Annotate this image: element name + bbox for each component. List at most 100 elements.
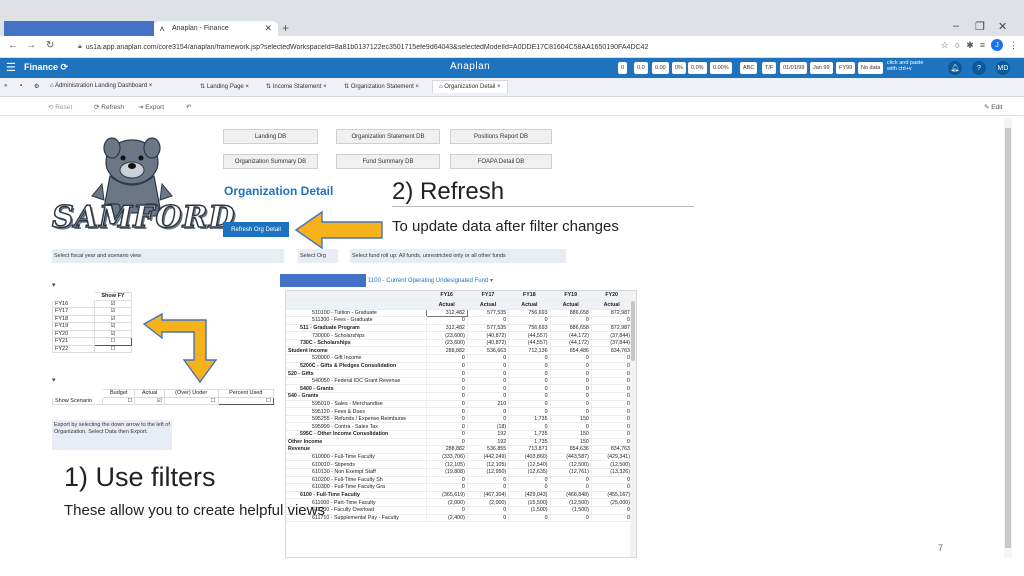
data-cell[interactable]: (44,172)	[549, 331, 592, 340]
data-cell[interactable]: 0	[590, 476, 632, 485]
tab-organization-statement[interactable]: ⇅ Organization Statement ×	[344, 83, 419, 90]
actual-checkbox[interactable]: ☑	[134, 396, 165, 405]
data-cell[interactable]: 0	[590, 438, 632, 447]
refresh-org-detail-button[interactable]: Refresh Org Detail	[223, 222, 289, 237]
data-cell[interactable]: (1,500)	[508, 506, 551, 515]
format-boolean-button[interactable]: T/F	[762, 62, 777, 74]
format-percent-1-button[interactable]: 0.0%	[688, 62, 707, 74]
data-cell[interactable]: (2,400)	[425, 514, 468, 523]
data-cell[interactable]: (37,844)	[590, 331, 632, 340]
data-cell[interactable]: 0	[590, 415, 632, 424]
data-cell[interactable]: 0	[590, 430, 632, 439]
data-cell[interactable]: 0	[590, 407, 632, 416]
data-cell[interactable]: (12,500)	[590, 460, 632, 469]
data-cell[interactable]: 0	[590, 316, 632, 325]
data-cell[interactable]: 712,136	[508, 346, 551, 356]
data-cell[interactable]: (23,600)	[425, 339, 468, 348]
format-month-button[interactable]: Jan 99	[810, 62, 833, 74]
data-cell[interactable]: 0	[549, 316, 592, 325]
data-cell[interactable]: (455,167)	[590, 491, 632, 500]
data-cell[interactable]: 0	[425, 430, 468, 439]
data-cell[interactable]: 0	[466, 506, 509, 515]
data-cell[interactable]: 0	[425, 384, 468, 394]
data-cell[interactable]: 0	[549, 384, 592, 394]
tab-income-statement[interactable]: ⇅ Income Statement ×	[266, 83, 327, 90]
data-cell[interactable]: 756,693	[508, 324, 551, 333]
undo-icon[interactable]: ↶	[186, 103, 191, 111]
circle-extension-icon[interactable]: ○	[955, 40, 960, 50]
data-cell[interactable]: (23,600)	[425, 331, 468, 340]
landing-db-button[interactable]: Landing DB	[223, 129, 318, 144]
data-cell[interactable]: 0	[549, 362, 592, 371]
data-cell[interactable]: (12,950)	[466, 468, 509, 477]
data-cell[interactable]: 577,535	[466, 324, 509, 333]
fund-summary-db-button[interactable]: Fund Summary DB	[336, 154, 440, 169]
data-cell[interactable]: 0	[466, 407, 509, 416]
data-cell[interactable]: 536,855	[466, 445, 509, 454]
back-icon[interactable]: ←	[8, 40, 18, 51]
fy19-checkbox[interactable]: ☑	[94, 322, 132, 331]
budget-checkbox[interactable]: ☐	[101, 396, 136, 405]
data-cell[interactable]: 756,693	[508, 309, 551, 318]
data-cell[interactable]: 0	[508, 377, 551, 386]
data-cell[interactable]: 1,735	[508, 415, 551, 424]
data-cell[interactable]: 0	[425, 354, 468, 363]
data-cell[interactable]: 0	[590, 506, 632, 515]
data-cell[interactable]: 0	[425, 369, 468, 378]
data-cell[interactable]: (12,500)	[549, 460, 592, 469]
data-cell[interactable]: 288,882	[425, 445, 468, 454]
data-cell[interactable]: (44,557)	[508, 331, 551, 340]
restore-icon[interactable]: ❐	[975, 20, 985, 33]
data-cell[interactable]: 0	[425, 506, 468, 515]
data-cell[interactable]: (467,304)	[466, 491, 509, 500]
data-cell[interactable]: (2,000)	[425, 498, 468, 507]
format-percent-2-button[interactable]: 0.00%	[710, 62, 732, 74]
data-cell[interactable]: (44,557)	[508, 339, 551, 348]
data-cell[interactable]: 0	[590, 384, 632, 394]
positions-report-db-button[interactable]: Positions Report DB	[450, 129, 552, 144]
url-field[interactable]: 🔒︎ us1a.app.anaplan.com/core3154/anaplan…	[78, 39, 908, 55]
data-cell[interactable]: 0	[466, 483, 509, 492]
tab-administration-landing[interactable]: ⌂ Administration Landing Dashboard ×	[50, 83, 152, 89]
data-cell[interactable]: 0	[508, 514, 551, 523]
percent-used-checkbox[interactable]: ☐	[217, 396, 274, 405]
close-tab-icon[interactable]: ✕	[264, 23, 272, 34]
page-scrollbar[interactable]	[1004, 118, 1012, 558]
data-cell[interactable]: 0	[508, 483, 551, 492]
data-cell[interactable]: 0	[425, 392, 468, 401]
format-date-button[interactable]: 01/01/99	[780, 62, 808, 74]
data-cell[interactable]: (2,000)	[466, 498, 509, 507]
refresh-toolbar-button[interactable]: ⟳ Refresh	[94, 103, 124, 111]
user-avatar[interactable]: MD	[996, 61, 1010, 75]
data-cell[interactable]: 0	[549, 476, 592, 485]
data-cell[interactable]: 0	[466, 369, 509, 378]
data-cell[interactable]: 0	[425, 400, 468, 409]
data-cell[interactable]: 0	[425, 377, 468, 386]
data-cell[interactable]: 0	[466, 415, 509, 424]
puzzle-icon[interactable]: ✱	[966, 40, 974, 51]
foapa-detail-db-button[interactable]: FOAPA Detail DB	[450, 154, 552, 169]
data-cell[interactable]: 0	[590, 392, 632, 401]
minimize-icon[interactable]: –	[953, 20, 959, 32]
data-cell[interactable]: 0	[466, 392, 509, 401]
data-cell[interactable]: 1,735	[508, 430, 551, 439]
data-cell[interactable]: 0	[425, 415, 468, 424]
data-cell[interactable]: 713,871	[508, 445, 551, 454]
fy22-checkbox[interactable]: ☐	[94, 344, 132, 353]
tab-landing-page[interactable]: ⇅ Landing Page ×	[200, 83, 249, 90]
add-tab-icon[interactable]: ▪︎	[20, 83, 22, 89]
data-cell[interactable]: (443,587)	[549, 453, 592, 462]
data-cell[interactable]: 0	[590, 369, 632, 378]
format-percent-button[interactable]: 0%	[672, 62, 686, 74]
data-cell[interactable]: 0	[590, 483, 632, 492]
data-cell[interactable]: 210	[466, 400, 509, 409]
data-cell[interactable]: 0	[508, 476, 551, 485]
data-cell[interactable]: 0	[425, 476, 468, 485]
format-text-button[interactable]: ABC	[740, 62, 758, 74]
data-cell[interactable]: 0	[549, 377, 592, 386]
data-cell[interactable]: 0	[590, 514, 632, 523]
data-cell[interactable]: 886,658	[549, 309, 592, 318]
reload-icon[interactable]: ↻	[46, 40, 54, 51]
data-cell[interactable]: (25,000)	[590, 498, 632, 507]
data-cell[interactable]: 0	[549, 369, 592, 378]
